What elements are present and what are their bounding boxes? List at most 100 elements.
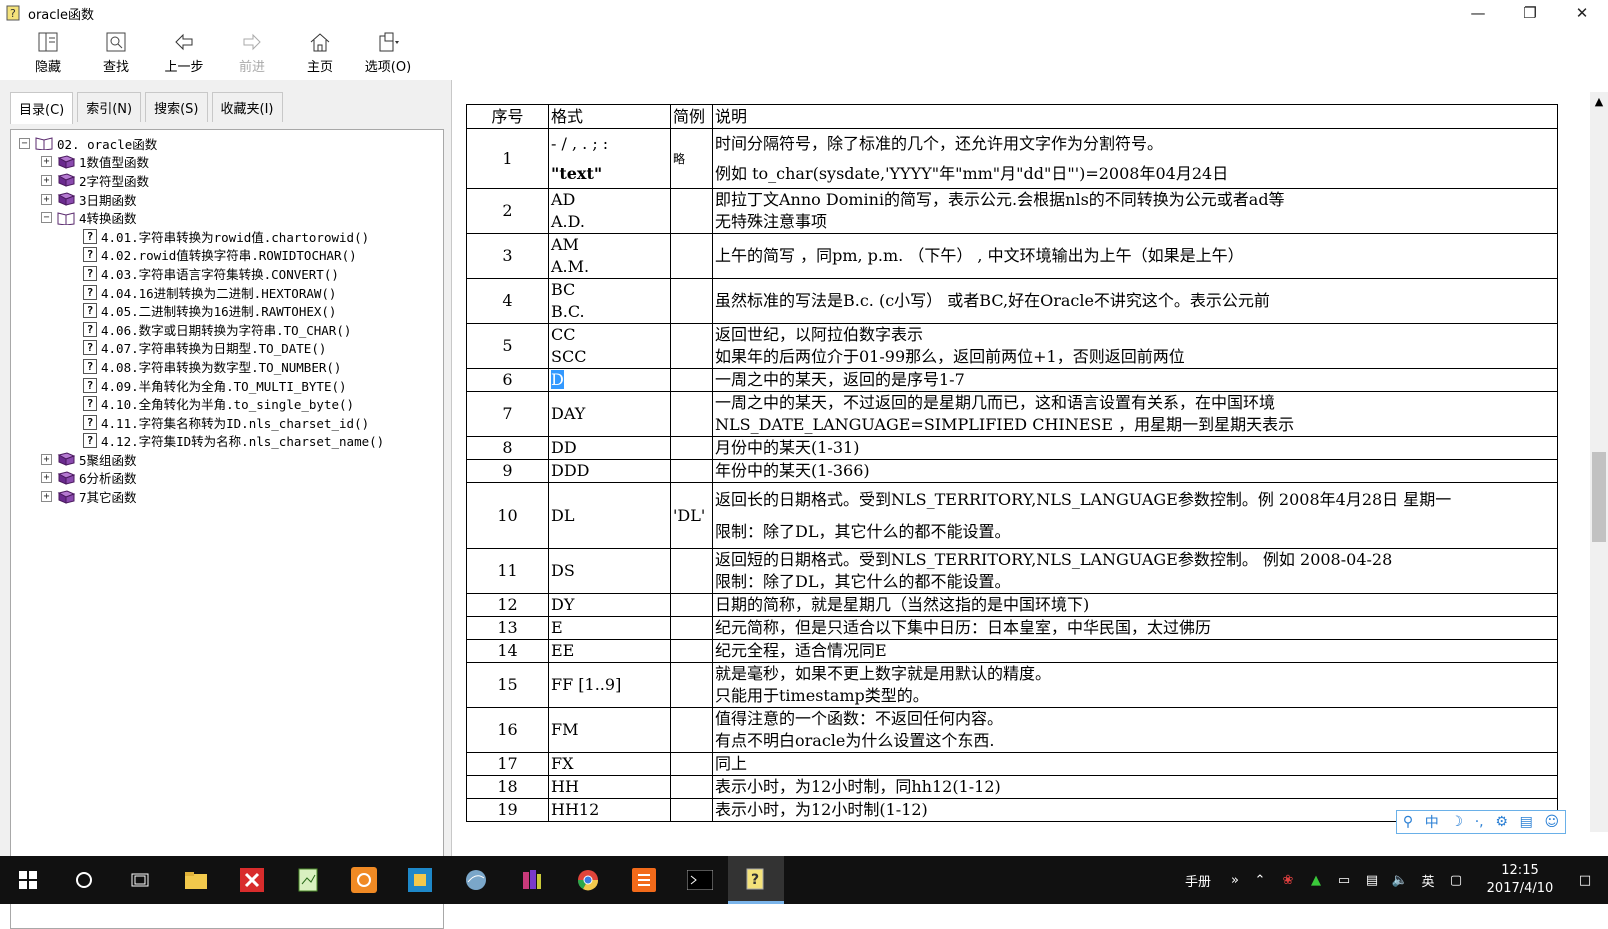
expand-icon[interactable]: + (41, 174, 52, 186)
tree-node-c1[interactable]: + 1数值型函数 (11, 153, 443, 172)
row-description: 返回短的日期格式。受到NLS_TERRITORY,NLS_LANGUAGE参数控… (712, 548, 1558, 594)
expand-icon[interactable]: + (41, 472, 52, 484)
options-button[interactable]: 选项(O) (354, 26, 422, 78)
collapse-icon[interactable]: − (19, 137, 30, 149)
row-format: BC B.C. (548, 278, 671, 324)
show-hidden-icons-icon[interactable]: ⌃ (1246, 856, 1274, 904)
handbook-toolbar[interactable]: 手册 (1172, 856, 1224, 904)
row-format: HH12 (548, 798, 671, 822)
forward-button[interactable]: 前进 (218, 26, 286, 78)
back-button[interactable]: 上一步 (150, 26, 218, 78)
task-view-icon[interactable] (112, 856, 168, 904)
tree-topic-401[interactable]: ? 4.01.字符串转换为rowid值.chartorowid() (11, 227, 443, 246)
row-no: 14 (466, 639, 549, 663)
network-icon[interactable]: ▤ (1358, 856, 1386, 904)
volume-muted-icon[interactable]: 🔈 (1386, 856, 1414, 904)
selected-text[interactable]: D (551, 370, 564, 389)
tree-label: 4.05.二进制转换为16进制.RAWTOHEX() (101, 304, 337, 320)
tab-index[interactable]: 索引(N) (77, 92, 142, 122)
tree-topic-407[interactable]: ? 4.07.字符串转换为日期型.TO_DATE() (11, 339, 443, 358)
terminal-icon[interactable] (672, 856, 728, 904)
ime-wrench-icon[interactable]: ⚙ (1495, 814, 1508, 830)
tree-node-c7[interactable]: + 7其它函数 (11, 487, 443, 506)
tree-topic-404[interactable]: ? 4.04.16进制转换为二进制.HEXTORAW() (11, 283, 443, 302)
app-icon-ball[interactable] (448, 856, 504, 904)
expand-icon[interactable]: + (41, 193, 52, 205)
row-no: 1 (466, 128, 549, 189)
tree-topic-403[interactable]: ? 4.03.字符串语言字符集转换.CONVERT() (11, 264, 443, 283)
file-explorer-icon[interactable] (168, 856, 224, 904)
ime-clipboard-icon[interactable]: ▤ (1520, 814, 1533, 830)
navigation-pane: 目录(C) 索引(N) 搜索(S) 收藏夹(I) − 02. oracle函数 … (0, 80, 452, 929)
tree-node-c2[interactable]: + 2字符型函数 (11, 171, 443, 190)
notepad-icon[interactable] (280, 856, 336, 904)
xmind-icon[interactable] (224, 856, 280, 904)
find-icon (103, 30, 129, 54)
tree-node-c6[interactable]: + 6分析函数 (11, 469, 443, 488)
row-description: 一周之中的某天，返回的是序号1-7 (712, 368, 1558, 392)
tree-topic-409[interactable]: ? 4.09.半角转化为全角.TO_MULTI_BYTE() (11, 376, 443, 395)
ime-tray-icon[interactable]: ▢ (1442, 856, 1470, 904)
input-language-indicator[interactable]: 英 (1414, 856, 1442, 904)
row-format: FF [1..9] (548, 662, 671, 708)
chrome-icon[interactable] (560, 856, 616, 904)
app-icon-blue[interactable] (392, 856, 448, 904)
tab-contents[interactable]: 目录(C) (10, 92, 74, 124)
ime-smile-icon[interactable]: ☺ (1545, 814, 1560, 830)
tree-topic-402[interactable]: ? 4.02.rowid值转换字符串.ROWIDTOCHAR() (11, 246, 443, 265)
tree-topic-406[interactable]: ? 4.06.数字或日期转换为字符串.TO_CHAR() (11, 320, 443, 339)
book-icon (57, 173, 75, 188)
row-description: 表示小时，为12小时制，同hh12(1-12) (712, 775, 1558, 799)
ime-punctuation-icon[interactable]: ·, (1475, 814, 1484, 830)
scrollbar-thumb[interactable] (1592, 452, 1606, 542)
tree-node-c3[interactable]: + 3日期函数 (11, 190, 443, 209)
row-example (670, 593, 713, 617)
expand-icon[interactable]: + (41, 453, 52, 465)
toolbar-expand-icon[interactable]: » (1224, 856, 1246, 904)
tree-node-c5[interactable]: + 5聚组函数 (11, 450, 443, 469)
tree-label: 1数值型函数 (79, 155, 150, 171)
ime-chinese-mode-icon[interactable]: 中 (1425, 812, 1439, 832)
collapse-icon[interactable]: − (41, 212, 52, 224)
book-icon (57, 471, 75, 485)
expand-icon[interactable]: + (41, 156, 52, 168)
find-button[interactable]: 查找 (82, 26, 150, 78)
app-icon-orange[interactable] (616, 856, 672, 904)
battery-icon[interactable]: ▭ (1330, 856, 1358, 904)
system-clock[interactable]: 12:15 2017/4/10 (1480, 856, 1560, 904)
tree-topic-410[interactable]: ? 4.10.全角转化为半角.to_single_byte() (11, 394, 443, 413)
minimize-icon[interactable]: — (1452, 0, 1504, 26)
tab-search[interactable]: 搜索(S) (145, 92, 208, 122)
row-no: 5 (466, 323, 549, 369)
scroll-up-icon[interactable]: ▲ (1590, 92, 1608, 110)
vertical-scrollbar[interactable]: ▲ (1590, 92, 1608, 832)
tray-app-red-icon[interactable]: ❀ (1274, 856, 1302, 904)
tree-node-root[interactable]: − 02. oracle函数 (11, 134, 443, 153)
table-row: 6 D 一周之中的某天，返回的是序号1-7 (466, 368, 1558, 392)
tree-topic-408[interactable]: ? 4.08.字符串转换为数字型.TO_NUMBER() (11, 357, 443, 376)
tab-favorites[interactable]: 收藏夹(I) (211, 92, 283, 122)
format-line: A.D. (551, 212, 585, 231)
table-row: 5 CC SCC 返回世纪，以阿拉伯数字表示 如果年的后两位介于01-99那么，返回… (466, 323, 1558, 369)
hide-button[interactable]: 隐藏 (14, 26, 82, 78)
tree-label: 4.08.字符串转换为数字型.TO_NUMBER() (101, 359, 342, 375)
recorder-icon[interactable] (336, 856, 392, 904)
start-icon[interactable] (0, 856, 56, 904)
home-button[interactable]: 主页 (286, 26, 354, 78)
close-icon[interactable]: ✕ (1556, 0, 1608, 26)
tree-topic-405[interactable]: ? 4.05.二进制转换为16进制.RAWTOHEX() (11, 301, 443, 320)
tree-node-c4[interactable]: − 4转换函数 (11, 208, 443, 227)
notifications-icon[interactable]: □ (1562, 856, 1608, 904)
cortana-icon[interactable] (56, 856, 112, 904)
tray-app-green-icon[interactable]: ▲ (1302, 856, 1330, 904)
find-label: 查找 (102, 59, 129, 75)
tree-topic-412[interactable]: ? 4.12.字符集ID转为名称.nls_charset_name() (11, 432, 443, 451)
expand-icon[interactable]: + (41, 491, 52, 503)
row-example (670, 188, 713, 234)
ime-search-icon[interactable]: ⚲ (1403, 814, 1413, 830)
ime-moon-icon[interactable]: ☽ (1450, 814, 1463, 830)
app-icon-books[interactable] (504, 856, 560, 904)
help-viewer-icon[interactable]: ? (728, 856, 784, 904)
tree-topic-411[interactable]: ? 4.11.字符集名称转为ID.nls_charset_id() (11, 413, 443, 432)
restore-icon[interactable]: ❐ (1504, 0, 1556, 26)
